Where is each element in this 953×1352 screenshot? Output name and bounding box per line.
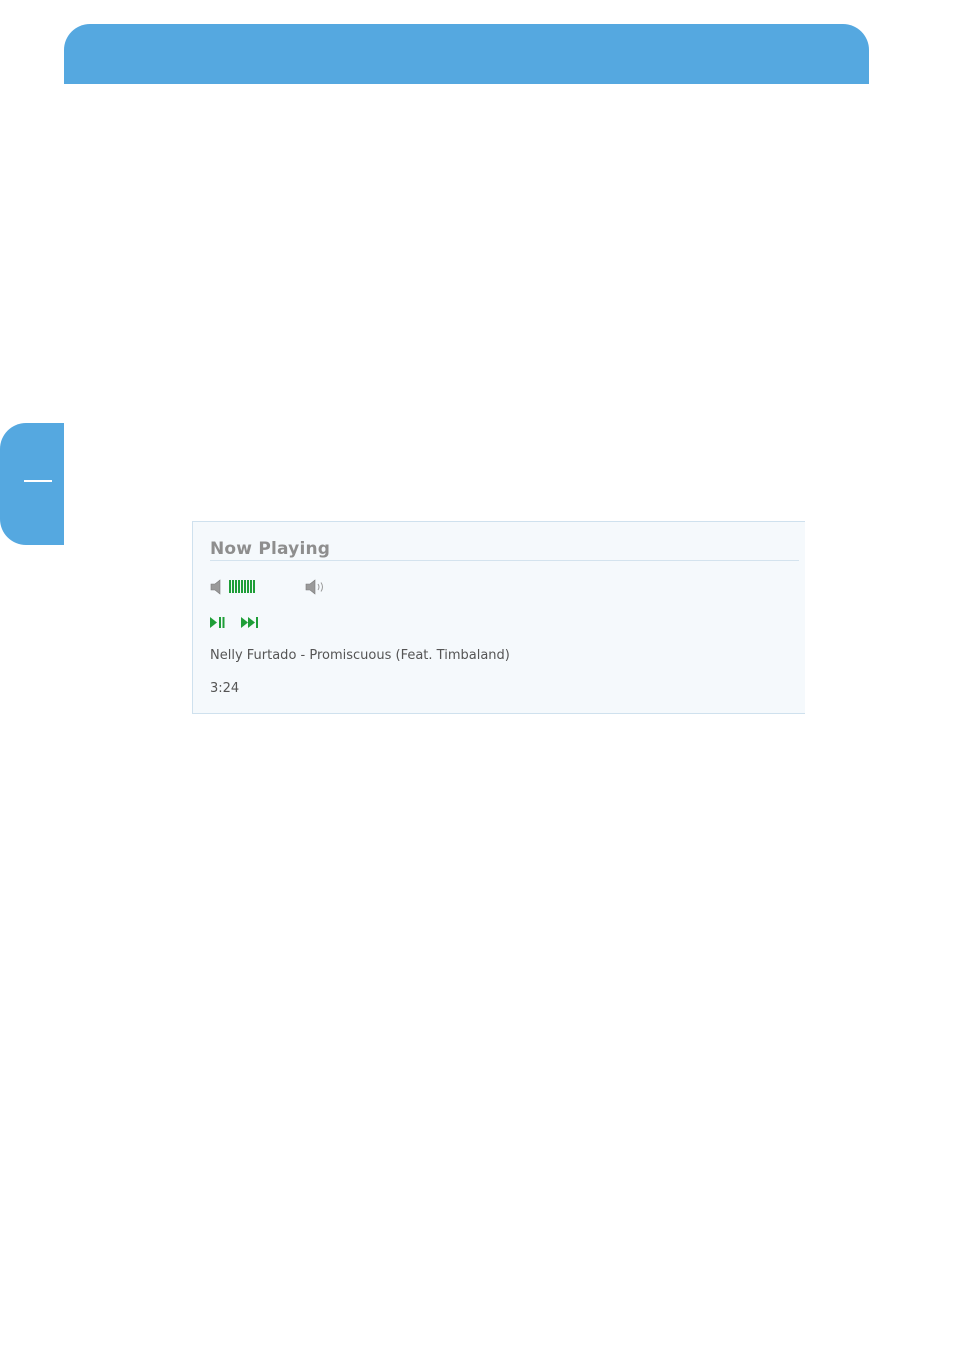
volume-bar[interactable] <box>232 580 234 593</box>
volume-bar[interactable] <box>247 580 249 593</box>
manual-page: Now Playing Nelly Furtado - Promiscuous … <box>0 0 953 1352</box>
speaker-low-icon[interactable] <box>210 579 224 595</box>
now-playing-title: Now Playing <box>210 539 331 559</box>
title-divider <box>210 560 799 561</box>
speaker-high-icon[interactable] <box>305 579 327 595</box>
side-tab-mark <box>24 480 52 482</box>
track-time: 3:24 <box>210 681 240 696</box>
now-playing-panel: Now Playing Nelly Furtado - Promiscuous … <box>192 521 805 714</box>
track-title: Nelly Furtado - Promiscuous (Feat. Timba… <box>210 648 510 663</box>
play-pause-icon[interactable] <box>210 616 225 629</box>
skip-next-icon[interactable] <box>241 616 259 629</box>
volume-bar[interactable] <box>253 580 255 593</box>
volume-level-bars[interactable] <box>229 580 255 593</box>
chapter-side-tab <box>0 423 64 545</box>
volume-bar[interactable] <box>235 580 237 593</box>
volume-bar[interactable] <box>244 580 246 593</box>
volume-bar[interactable] <box>250 580 252 593</box>
page-header-bar <box>64 24 869 84</box>
volume-bar[interactable] <box>238 580 240 593</box>
volume-bar[interactable] <box>241 580 243 593</box>
volume-bar[interactable] <box>229 580 231 593</box>
